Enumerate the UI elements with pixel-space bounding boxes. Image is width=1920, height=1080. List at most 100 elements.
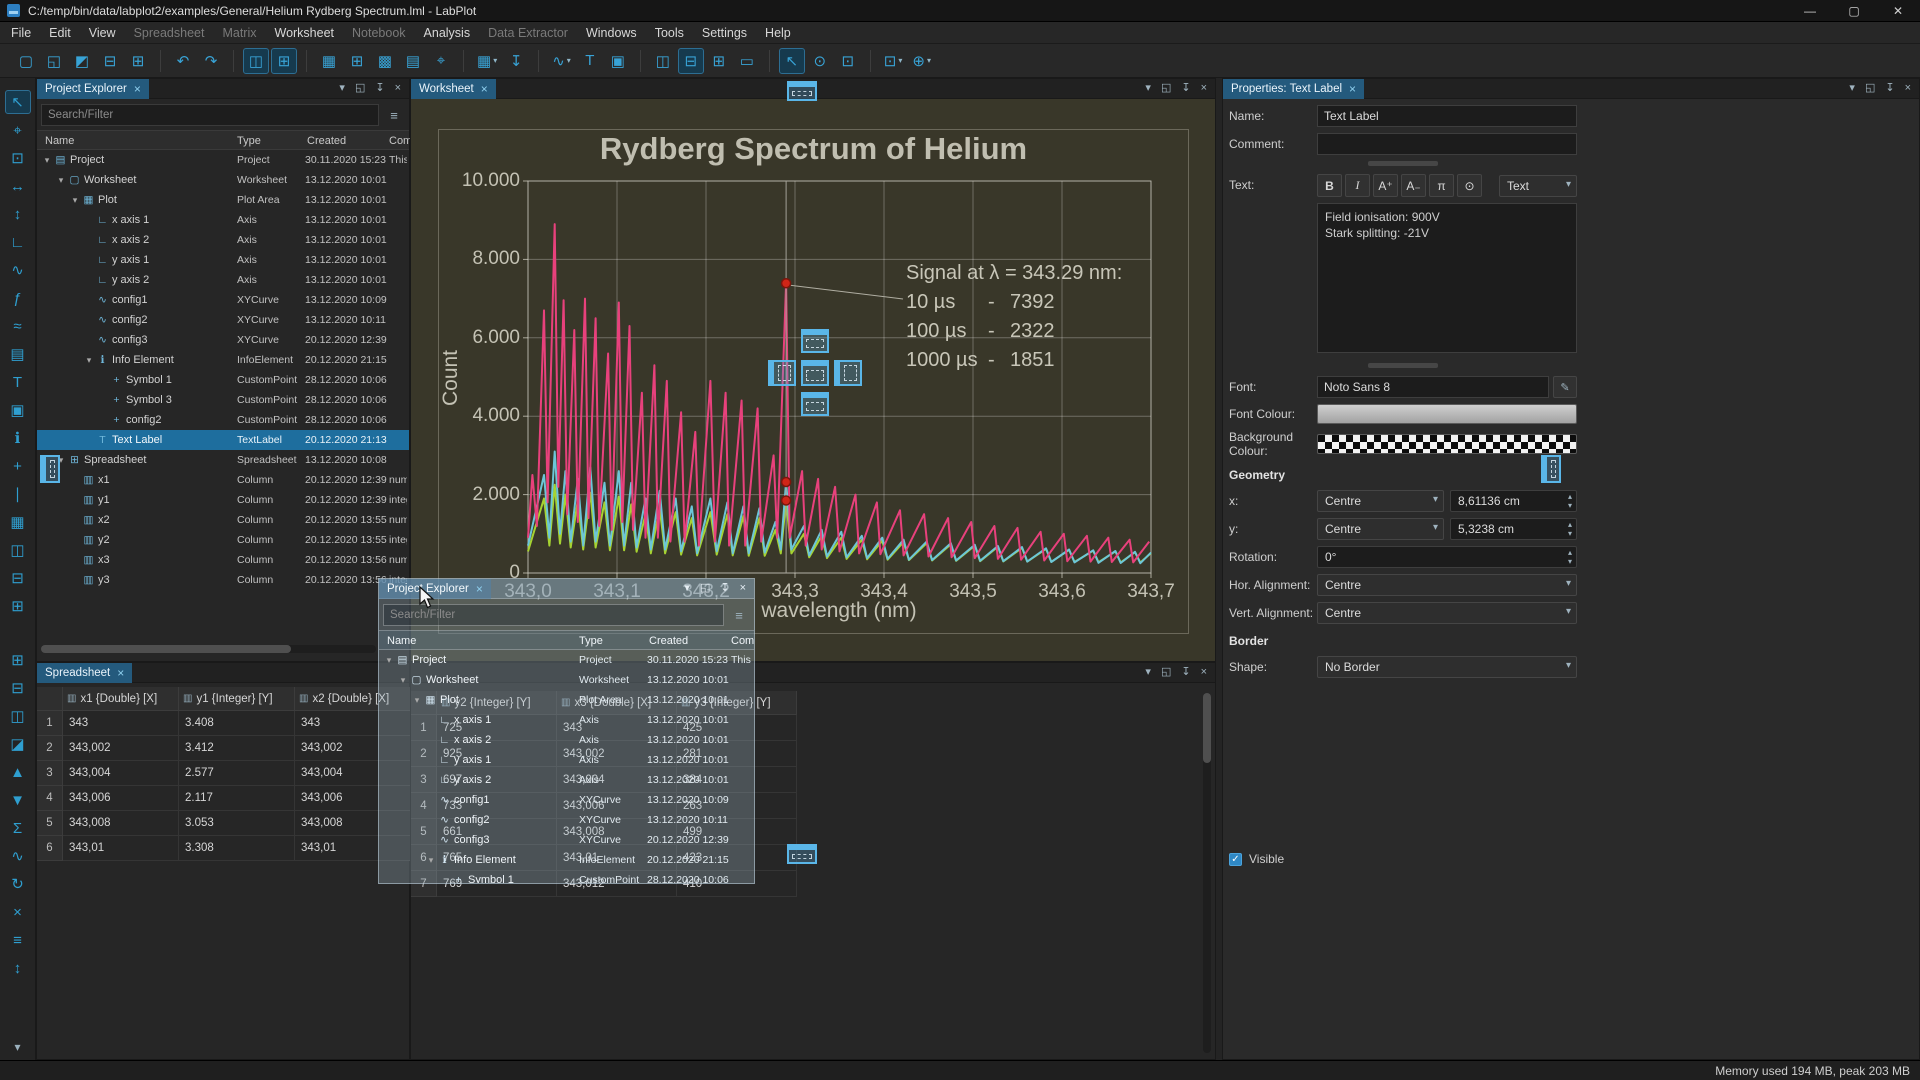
expand-button[interactable]: ↕ [5, 956, 31, 980]
x-position-spinner[interactable]: 8,61136 cm▴▾ [1450, 490, 1577, 512]
horizontal-scrollbar[interactable] [41, 645, 376, 653]
new-matrix-button[interactable]: ▩ [372, 48, 398, 74]
add-info-element-button[interactable]: ℹ [5, 426, 31, 450]
tree-row[interactable]: ▾▢WorksheetWorksheet13.12.2020 10:01 [379, 670, 754, 690]
redo-button[interactable]: ↷ [198, 48, 224, 74]
tree-row[interactable]: ∟x axis 1Axis13.12.2020 10:01 [379, 710, 754, 730]
tree-row[interactable]: ∟x axis 1Axis13.12.2020 10:01 [37, 210, 409, 230]
bold-button[interactable]: B [1317, 174, 1342, 197]
row-number[interactable]: 6 [37, 836, 63, 861]
view-tile-button[interactable]: ⊞ [271, 48, 297, 74]
close-icon[interactable]: × [1349, 83, 1356, 95]
tree-row[interactable]: ∟y axis 1Axis13.12.2020 10:01 [379, 750, 754, 770]
settings-button[interactable]: ≡ [5, 928, 31, 952]
tree-row[interactable]: ∿config3XYCurve20.12.2020 12:39 [379, 830, 754, 850]
menu-help[interactable]: Help [756, 22, 800, 44]
print-button[interactable]: ⊟ [97, 48, 123, 74]
add-curve-button[interactable]: ∿ [5, 258, 31, 282]
sort-ascending-button[interactable]: ▲ [5, 760, 31, 784]
reload-button[interactable]: ↻ [5, 872, 31, 896]
symbol-button[interactable]: π [1429, 174, 1454, 197]
expander-icon[interactable]: ▾ [397, 670, 409, 690]
horizontal-layout-button[interactable]: ⊟ [5, 566, 31, 590]
add-image-button[interactable]: ▣ [5, 398, 31, 422]
tree-row[interactable]: ▥x2Column20.12.2020 13:55numerical [37, 510, 409, 530]
row-number[interactable]: 4 [37, 786, 63, 811]
tree-row[interactable]: ∟x axis 2Axis13.12.2020 10:01 [37, 230, 409, 250]
tree-row[interactable]: ∿config2XYCurve13.12.2020 10:11 [379, 810, 754, 830]
filter-options-icon[interactable]: ≡ [383, 104, 405, 126]
y-position-combo[interactable]: Centre [1317, 518, 1444, 540]
layout-vertical-button[interactable]: ◫ [650, 48, 676, 74]
add-fit-button[interactable]: ≈ [5, 314, 31, 338]
tree-row[interactable]: ∿config2XYCurve13.12.2020 10:11 [37, 310, 409, 330]
name-field[interactable] [1317, 105, 1577, 127]
menu-notebook[interactable]: Notebook [343, 22, 415, 44]
close-icon[interactable]: × [1201, 667, 1207, 678]
datetime-button[interactable]: ⊙ [1457, 174, 1482, 197]
close-icon[interactable]: × [476, 583, 483, 595]
tree-row[interactable]: ▾▦PlotPlot Area13.12.2020 10:01 [379, 690, 754, 710]
tree-row[interactable]: ▾▤ProjectProject30.11.2020 15:23This pro… [379, 650, 754, 670]
font-edit-icon[interactable]: ✎ [1553, 376, 1577, 398]
tree-row[interactable]: TText LabelTextLabel20.12.2020 21:13 [37, 430, 409, 450]
close-icon[interactable]: × [1201, 83, 1207, 94]
y-position-spinner[interactable]: 5,3238 cm▴▾ [1450, 518, 1577, 540]
x-position-combo[interactable]: Centre [1317, 490, 1444, 512]
menu-worksheet[interactable]: Worksheet [266, 22, 344, 44]
collapse-icon[interactable]: ▾ [684, 583, 690, 594]
tree-row[interactable]: +config2CustomPoint28.12.2020 10:06 [37, 410, 409, 430]
row-number[interactable]: 2 [37, 736, 63, 761]
table-cell[interactable]: 343,008 [63, 811, 179, 836]
table-cell[interactable]: 3.412 [179, 736, 295, 761]
table-cell[interactable]: 2.117 [179, 786, 295, 811]
search-input[interactable] [41, 104, 379, 126]
tree-row[interactable]: ∟y axis 1Axis13.12.2020 10:01 [37, 250, 409, 270]
tree-column-headers[interactable]: Name Type Created Commen [37, 130, 409, 150]
expander-icon[interactable]: ▾ [411, 690, 423, 710]
add-reference-line-button[interactable]: ∣ [5, 482, 31, 506]
zoom-x-select-button[interactable]: ↔ [5, 174, 31, 198]
menu-file[interactable]: File [2, 22, 40, 44]
table-cell[interactable]: 343 [63, 711, 179, 736]
expander-icon[interactable]: ▾ [83, 350, 95, 370]
tree-row[interactable]: ▾▢WorksheetWorksheet13.12.2020 10:01 [37, 170, 409, 190]
add-equation-curve-button[interactable]: ƒ [5, 286, 31, 310]
tree-row[interactable]: ▥x1Column20.12.2020 12:39numerical [37, 470, 409, 490]
float-icon[interactable]: ◱ [1161, 667, 1171, 678]
collapse-icon[interactable]: ▾ [1849, 83, 1855, 94]
tree-row[interactable]: ∟y axis 2Axis13.12.2020 10:01 [37, 270, 409, 290]
floating-project-explorer[interactable]: Project Explorer × ▾◱↧× ≡ Name Type Crea… [378, 578, 755, 884]
expander-icon[interactable]: ▾ [69, 190, 81, 210]
pin-icon[interactable]: ↧ [720, 583, 729, 594]
vertical-layout-button[interactable]: ◫ [5, 538, 31, 562]
add-axis-button[interactable]: ∟ [5, 230, 31, 254]
tree-row[interactable]: ▾▤ProjectProject30.11.2020 15:23This pro… [37, 150, 409, 170]
layout-horizontal-button[interactable]: ⊟ [678, 48, 704, 74]
expander-icon[interactable]: ▾ [383, 650, 395, 670]
tab-project-explorer[interactable]: Project Explorer × [37, 79, 149, 99]
table-cell[interactable]: 3.053 [179, 811, 295, 836]
expander-icon[interactable]: ▾ [55, 170, 67, 190]
maximize-button[interactable]: ▢ [1832, 0, 1876, 22]
time-mode-button[interactable]: ⊙ [807, 48, 833, 74]
save-button[interactable]: ◩ [69, 48, 95, 74]
table-cell[interactable]: 343,01 [63, 836, 179, 861]
float-icon[interactable]: ◱ [700, 583, 710, 594]
tree-row[interactable]: ∿config3XYCurve20.12.2020 12:39 [37, 330, 409, 350]
menu-windows[interactable]: Windows [577, 22, 646, 44]
add-curve-button[interactable]: ∿▾ [548, 48, 575, 74]
hor-alignment-combo[interactable]: Centre [1317, 574, 1577, 596]
comment-field[interactable] [1317, 133, 1577, 155]
tree-row[interactable]: ▾⊞SpreadsheetSpreadsheet13.12.2020 10:08 [37, 450, 409, 470]
layout-break-button[interactable]: ▭ [734, 48, 760, 74]
tree-row[interactable]: ▥x3Column20.12.2020 13:56numerical [37, 550, 409, 570]
row-number[interactable]: 1 [37, 711, 63, 736]
close-icon[interactable]: × [395, 83, 401, 94]
pin-icon[interactable]: ↧ [375, 83, 384, 94]
add-plot-area-button[interactable]: ▦ [5, 510, 31, 534]
open-file-button[interactable]: ◱ [41, 48, 67, 74]
rotation-spinner[interactable]: 0°▴▾ [1317, 546, 1577, 568]
scroll-down-icon[interactable]: ▾ [14, 1040, 20, 1054]
font-colour-swatch[interactable] [1317, 404, 1577, 424]
